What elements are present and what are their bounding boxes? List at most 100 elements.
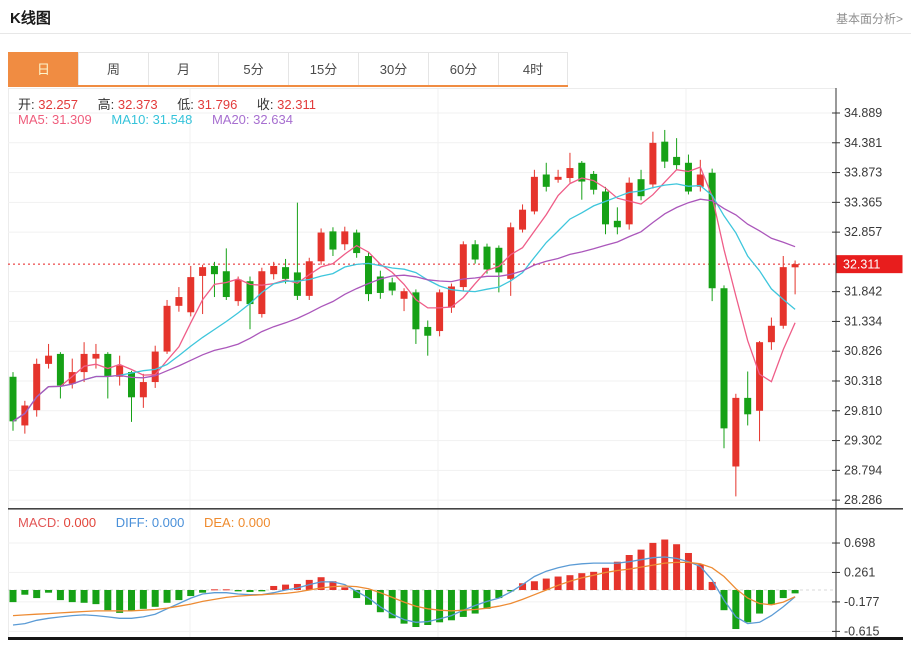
current-price-badge-label: 32.311: [843, 258, 880, 272]
axis-label: 34.889: [844, 106, 882, 120]
macd-bar: [460, 590, 467, 617]
candle-body: [566, 168, 573, 178]
candle-body: [282, 267, 289, 279]
tab-5min[interactable]: 5分: [218, 52, 288, 85]
candle-body: [164, 306, 171, 352]
candle-body: [152, 352, 159, 382]
candle-body: [495, 248, 502, 273]
macd-bar: [164, 590, 171, 603]
candle-body: [768, 326, 775, 342]
macd-bar: [140, 590, 147, 609]
candle-body: [294, 272, 301, 295]
candle-body: [555, 177, 562, 180]
candle-body: [401, 291, 408, 299]
axis-label: 29.810: [844, 404, 882, 418]
macd-bar: [673, 544, 680, 590]
candle-body: [531, 177, 538, 212]
macd-bar: [649, 543, 656, 590]
candle-body: [661, 142, 668, 162]
macd-bar: [33, 590, 40, 598]
candle-body: [519, 210, 526, 230]
macd-bar: [602, 568, 609, 590]
axis-label: 30.318: [844, 374, 882, 388]
macd-bar: [152, 590, 159, 607]
macd-bar: [10, 590, 17, 602]
tab-30min[interactable]: 30分: [358, 52, 428, 85]
macd-bar: [484, 590, 491, 609]
macd-bar: [780, 590, 787, 598]
candle-body: [81, 354, 88, 372]
candle-body: [732, 398, 739, 467]
macd-bar: [223, 589, 230, 590]
candle-body: [436, 292, 443, 331]
macd-bar: [81, 590, 88, 603]
candle-body: [223, 271, 230, 297]
axis-label: -0.615: [844, 624, 879, 638]
candle-body: [270, 266, 277, 274]
tab-week[interactable]: 周: [78, 52, 148, 85]
macd-bar: [732, 590, 739, 629]
macd-bar: [187, 590, 194, 596]
macd-bar: [661, 540, 668, 590]
fundamental-analysis-link[interactable]: 基本面分析>: [836, 10, 903, 27]
macd-bar: [128, 590, 135, 611]
tab-4hour[interactable]: 4时: [498, 52, 568, 85]
axis-label: 33.873: [844, 166, 882, 180]
candle-body: [57, 354, 64, 386]
candle-body: [329, 231, 336, 249]
candle-body: [33, 364, 40, 410]
macd-bar: [578, 573, 585, 590]
candle-body: [424, 327, 431, 336]
macd-bar: [531, 581, 538, 590]
candle-body: [175, 297, 182, 306]
macd-bar: [768, 590, 775, 605]
candle-body: [673, 157, 680, 165]
macd-bar: [638, 550, 645, 590]
candle-body: [353, 233, 360, 254]
tab-day[interactable]: 日: [8, 52, 78, 85]
macd-bar: [247, 590, 254, 592]
candle-body: [10, 377, 17, 422]
candle-body: [460, 244, 467, 287]
macd-bar: [744, 590, 751, 622]
tab-15min[interactable]: 15分: [288, 52, 358, 85]
candle-body: [721, 288, 728, 428]
macd-bar: [235, 590, 242, 591]
macd-bar: [341, 587, 348, 590]
macd-bar: [57, 590, 64, 600]
candle-body: [472, 244, 479, 259]
candle-body: [649, 143, 656, 185]
candle-body: [638, 179, 645, 196]
axis-label: 34.381: [844, 136, 882, 150]
macd-bar: [211, 589, 218, 590]
candle-body: [685, 163, 692, 192]
candle-body: [744, 398, 751, 414]
candle-body: [602, 192, 609, 225]
candle-body: [412, 292, 419, 329]
candle-body: [365, 256, 372, 294]
candle-body: [318, 233, 325, 262]
kline-chart[interactable]: 34.88934.38133.87333.36532.85731.84231.3…: [8, 88, 903, 644]
macd-bar: [792, 590, 799, 593]
macd-bar: [175, 590, 182, 600]
axis-label: 30.826: [844, 344, 882, 358]
macd-bar: [104, 590, 111, 610]
tab-60min[interactable]: 60分: [428, 52, 498, 85]
candle-body: [341, 231, 348, 244]
kline-canvas[interactable]: 34.88934.38133.87333.36532.85731.84231.3…: [8, 88, 903, 644]
candle-body: [199, 267, 206, 276]
macd-bar: [258, 590, 265, 591]
macd-bar: [21, 590, 28, 595]
axis-label: 28.286: [844, 493, 882, 507]
candle-body: [140, 382, 147, 397]
tab-month[interactable]: 月: [148, 52, 218, 85]
page-title: K线图: [10, 7, 51, 28]
candle-body: [484, 247, 491, 270]
axis-label: -0.177: [844, 595, 879, 609]
candle-body: [92, 354, 99, 359]
macd-bar: [626, 555, 633, 590]
candle-body: [792, 264, 799, 267]
candle-body: [626, 183, 633, 225]
period-tabbar: 日 周 月 5分 15分 30分 60分 4时: [8, 52, 568, 87]
macd-bar: [436, 590, 443, 622]
